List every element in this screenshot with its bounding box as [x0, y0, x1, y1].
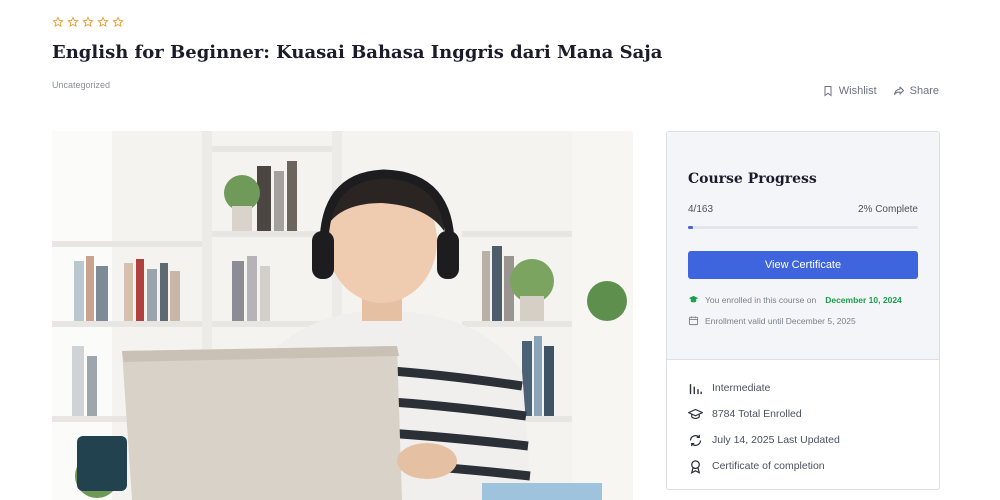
- award-icon: [690, 459, 701, 474]
- share-button[interactable]: Share: [893, 85, 939, 97]
- last-updated: July 14, 2025 Last Updated: [712, 434, 840, 446]
- course-title: English for Beginner: Kuasai Bahasa Ingg…: [52, 42, 663, 63]
- star-icon: [97, 16, 109, 28]
- meta-updated: July 14, 2025 Last Updated: [688, 427, 840, 453]
- star-icon: [52, 16, 64, 28]
- progress-title: Course Progress: [688, 171, 817, 187]
- lesson-count: 4/163: [688, 204, 714, 215]
- course-thumbnail: [52, 131, 633, 500]
- star-icon: [67, 16, 79, 28]
- percent-complete: 2% Complete: [857, 204, 918, 215]
- share-icon: [893, 86, 904, 95]
- mortarboard-icon: [688, 408, 703, 419]
- star-icon: [82, 16, 94, 28]
- graduation-cap-icon: [688, 295, 699, 303]
- course-progress-card: Course Progress 4/163 2% Complete View C…: [666, 131, 940, 490]
- wishlist-button[interactable]: Wishlist: [822, 85, 877, 97]
- progress-bar-fill: [688, 226, 693, 229]
- course-rating: [52, 16, 124, 28]
- level-bars-icon: [689, 383, 702, 394]
- certificate-label: Certificate of completion: [712, 460, 825, 472]
- progress-bar: [688, 226, 918, 229]
- star-icon: [112, 16, 124, 28]
- enrolled-text: You enrolled in this course on: [705, 294, 817, 305]
- enrolled-count: 8784 Total Enrolled: [712, 408, 802, 420]
- course-meta-list: Intermediate 8784 Total Enrolled July 14…: [688, 375, 840, 479]
- course-actions: Wishlist Share: [822, 85, 939, 97]
- course-photo: [52, 131, 633, 500]
- level-label: Intermediate: [712, 382, 771, 394]
- share-label: Share: [909, 85, 939, 97]
- wishlist-label: Wishlist: [838, 85, 877, 97]
- meta-certificate: Certificate of completion: [688, 453, 840, 479]
- meta-level: Intermediate: [688, 375, 840, 401]
- enrollment-validity: Enrollment valid until December 5, 2025: [688, 315, 929, 326]
- enrolled-date: December 10, 2024: [825, 294, 902, 305]
- meta-enrolled: 8784 Total Enrolled: [688, 401, 840, 427]
- enrolled-info: You enrolled in this course on December …: [688, 294, 929, 305]
- view-certificate-button[interactable]: View Certificate: [688, 251, 918, 279]
- category-link[interactable]: Uncategorized: [52, 80, 110, 90]
- validity-text: Enrollment valid until December 5, 2025: [705, 315, 856, 326]
- progress-section: Course Progress 4/163 2% Complete View C…: [667, 132, 939, 360]
- progress-stats: 4/163 2% Complete: [688, 204, 918, 215]
- refresh-icon: [689, 434, 702, 446]
- bookmark-icon: [824, 86, 832, 97]
- calendar-icon: [688, 316, 699, 326]
